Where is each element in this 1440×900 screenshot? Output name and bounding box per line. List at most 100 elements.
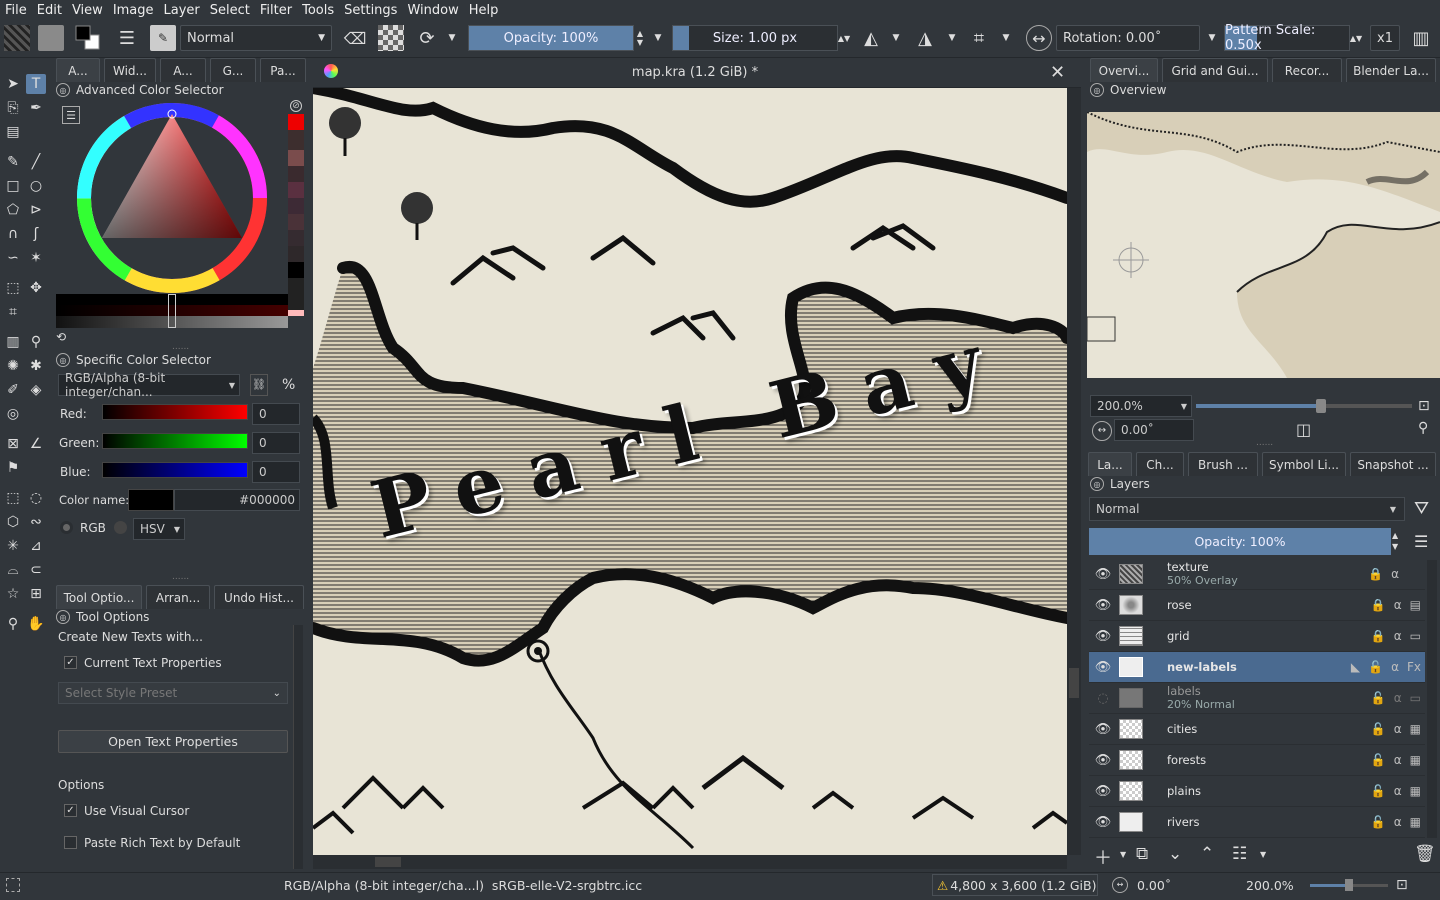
- tab-channels[interactable]: Ch...: [1136, 452, 1184, 476]
- float-docker-icon[interactable]: ◎: [1090, 477, 1104, 491]
- multibrush-icon[interactable]: ✶: [26, 248, 46, 268]
- pattern-preset-icon[interactable]: [38, 25, 64, 51]
- lock-icon[interactable]: 🔓: [1371, 815, 1386, 829]
- menu-select[interactable]: Select: [205, 3, 255, 18]
- size-spin-arrows[interactable]: ▲▼: [838, 25, 850, 51]
- layer-row[interactable]: 👁 rose 🔒 α ▤: [1089, 590, 1425, 621]
- overview-rotation-field[interactable]: 0.00˚: [1114, 419, 1194, 441]
- current-text-checkbox[interactable]: ✓: [64, 656, 77, 669]
- polyline-tool-icon[interactable]: ⊳: [26, 200, 46, 220]
- inherit-alpha-icon[interactable]: ◣: [1351, 660, 1360, 674]
- contiguous-select-icon[interactable]: ✳: [3, 536, 23, 556]
- blue-slider[interactable]: [102, 462, 248, 478]
- pattern-scale-slider[interactable]: Pattern Scale: 0.50x: [1224, 23, 1350, 53]
- mirror-horizontal-icon[interactable]: ◭: [858, 25, 884, 51]
- lock-icon[interactable]: 🔒: [1368, 567, 1383, 581]
- link-icon[interactable]: ⛓: [250, 374, 268, 396]
- canvas[interactable]: Pearl Bay: [313, 88, 1067, 855]
- reload-preset-icon[interactable]: ⟳: [414, 25, 440, 51]
- overview-zoom-handle[interactable]: [1316, 399, 1327, 413]
- alpha-lock-icon[interactable]: α: [1394, 753, 1402, 767]
- refresh-icon[interactable]: ⟲: [56, 330, 70, 344]
- fit-view-icon[interactable]: ⊡: [1418, 398, 1430, 414]
- zoom-tool-icon[interactable]: ⚲: [3, 614, 23, 634]
- green-slider[interactable]: [102, 433, 248, 449]
- pin-icon[interactable]: ⚲: [1418, 420, 1428, 436]
- percent-toggle[interactable]: %: [282, 377, 295, 393]
- lock-icon[interactable]: 🔒: [1371, 629, 1386, 643]
- lock-icon[interactable]: 🔓: [1371, 691, 1386, 705]
- float-docker-icon[interactable]: ◎: [56, 610, 70, 624]
- alpha-lock-icon[interactable]: α: [1394, 629, 1402, 643]
- tab-g[interactable]: G...: [210, 58, 256, 82]
- measure-tool-icon[interactable]: ∠: [26, 434, 46, 454]
- enclose-fill-icon[interactable]: ◎: [3, 404, 23, 424]
- tab-snapshot[interactable]: Snapshot ...: [1350, 452, 1436, 476]
- visibility-eye-icon[interactable]: 👁: [1093, 753, 1113, 768]
- tab-grid-guides[interactable]: Grid and Gui...: [1162, 58, 1268, 82]
- freehand-select-icon[interactable]: ∾: [26, 512, 46, 532]
- layer-opacity-spin[interactable]: ▲ ▼: [1392, 530, 1404, 552]
- visibility-eye-icon[interactable]: 👁: [1093, 629, 1113, 644]
- opacity-spin-arrows[interactable]: ▲ ▼: [634, 25, 646, 51]
- chevron-down-icon[interactable]: ▼: [444, 25, 460, 51]
- menu-help[interactable]: Help: [464, 3, 504, 18]
- assistant-tool-icon[interactable]: ⊠: [3, 434, 23, 454]
- float-docker-icon[interactable]: ◎: [1090, 83, 1104, 97]
- lock-icon[interactable]: 🔒: [1371, 598, 1386, 612]
- tab-a[interactable]: A...: [160, 58, 206, 82]
- close-document-icon[interactable]: ✕: [1050, 62, 1065, 83]
- opacity-slider[interactable]: Opacity: 100%: [468, 25, 634, 51]
- alpha-lock-icon[interactable]: α: [1394, 815, 1402, 829]
- add-layer-icon[interactable]: ＋: [1094, 844, 1112, 870]
- blend-mode-select[interactable]: Normal ▼: [180, 25, 332, 51]
- lock-icon[interactable]: 🔓: [1371, 722, 1386, 736]
- menu-window[interactable]: Window: [402, 3, 463, 18]
- rotation-dial-icon[interactable]: ↔: [1026, 25, 1052, 51]
- paste-rich-text-checkbox[interactable]: [64, 836, 77, 849]
- alpha-lock-icon[interactable]: α: [1394, 722, 1402, 736]
- text-tool-icon[interactable]: T: [26, 74, 46, 94]
- visibility-eye-icon[interactable]: 👁: [1093, 660, 1113, 675]
- hex-field[interactable]: #000000: [174, 489, 300, 511]
- move-tool-icon[interactable]: ✥: [26, 278, 46, 298]
- layer-row[interactable]: ◌ labels 20% Normal 🔓 α ▭: [1089, 683, 1425, 714]
- red-value-field[interactable]: 0: [252, 403, 300, 425]
- hsv-radio[interactable]: [114, 521, 127, 534]
- polygon-select-icon[interactable]: ⬡: [3, 512, 23, 532]
- tab-undo-history[interactable]: Undo Hist...: [214, 585, 304, 609]
- float-docker-icon[interactable]: ◎: [56, 353, 70, 367]
- calligraphy-icon[interactable]: ✒: [26, 98, 46, 118]
- wrap-around-icon[interactable]: ⌗: [966, 25, 992, 51]
- freehand-brush-icon[interactable]: ✎: [3, 152, 23, 172]
- reference-tool-icon[interactable]: ⚑: [3, 458, 23, 478]
- float-docker-icon[interactable]: ◎: [56, 83, 70, 97]
- visibility-eye-icon[interactable]: 👁: [1093, 815, 1113, 830]
- blue-value-field[interactable]: 0: [252, 461, 300, 483]
- chevron-down-icon[interactable]: ▼: [1120, 850, 1126, 859]
- eraser-icon[interactable]: ⌫: [342, 25, 368, 51]
- tab-blender-layers[interactable]: Blender La...: [1346, 58, 1436, 82]
- move-layer-up-icon[interactable]: ⌃: [1200, 844, 1214, 864]
- rotation-field[interactable]: Rotation: 0.00˚: [1056, 25, 1200, 51]
- tool-options-scrollbar[interactable]: [293, 625, 303, 869]
- splitter-handle[interactable]: ......: [1256, 438, 1273, 448]
- bezier-select-icon[interactable]: ⌓: [3, 560, 23, 580]
- canvas-hscrollbar[interactable]: [313, 855, 1067, 869]
- visibility-eye-icon[interactable]: 👁: [1093, 722, 1113, 737]
- alpha-lock-icon[interactable]: α: [1394, 598, 1402, 612]
- magnetic-select-icon[interactable]: ⊂: [26, 560, 46, 580]
- line-tool-icon[interactable]: ╱: [26, 152, 46, 172]
- menu-image[interactable]: Image: [108, 3, 159, 18]
- red-slider[interactable]: [102, 404, 248, 420]
- color-history-strip[interactable]: [288, 114, 304, 344]
- color-model-select[interactable]: RGB/Alpha (8-bit integer/chan... ▼: [58, 371, 240, 399]
- alpha-lock-icon[interactable]: α: [1394, 784, 1402, 798]
- status-zoom-handle[interactable]: [1345, 879, 1353, 891]
- visual-cursor-checkbox[interactable]: ✓: [64, 804, 77, 817]
- chevron-down-icon[interactable]: ▼: [1204, 25, 1220, 51]
- magic-select-icon[interactable]: ⊞: [26, 584, 46, 604]
- ellipse-tool-icon[interactable]: ○: [26, 176, 46, 196]
- fg-bg-color-icon[interactable]: [74, 24, 102, 52]
- lock-icon[interactable]: 🔓: [1371, 753, 1386, 767]
